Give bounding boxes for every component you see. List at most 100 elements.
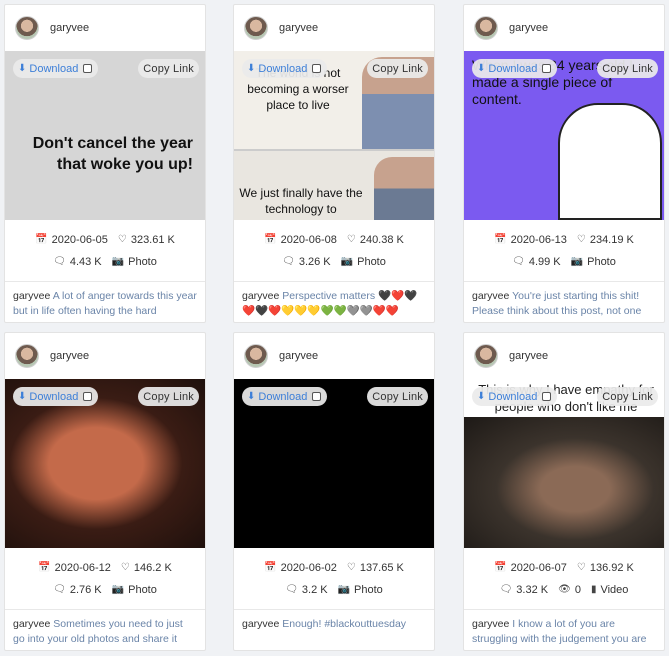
post-caption: garyvee I know a lot of you are struggli… (464, 610, 664, 650)
avatar[interactable] (244, 344, 268, 368)
camera-icon: 📷 (337, 584, 351, 595)
download-icon: ⬇ (18, 63, 27, 74)
calendar-icon: 📅 (494, 562, 507, 573)
avatar[interactable] (244, 16, 268, 40)
camera-icon: 📷 (111, 584, 125, 595)
comment-icon: 🗨 (512, 256, 525, 267)
comment-icon: 🗨 (285, 584, 298, 595)
download-button[interactable]: ⬇ Download (13, 387, 99, 406)
post-stats: 📅 2020-06-08 ♡ 240.38 K 🗨 3.26 K 📷 Photo (234, 220, 434, 282)
likes-count: 240.38 K (359, 233, 404, 246)
select-checkbox[interactable] (83, 392, 93, 401)
post-media[interactable]: ⬇ Download Copy Link (5, 379, 205, 548)
media-text-bottom: We just finally have the technology to (239, 186, 363, 216)
post-header: garyvee (234, 333, 434, 379)
caption-author: garyvee (13, 618, 51, 630)
avatar[interactable] (15, 16, 39, 40)
copy-link-button[interactable]: Copy Link (138, 387, 199, 406)
comments-stat: 🗨 3.2 K (285, 584, 327, 596)
download-button[interactable]: ⬇ Download (242, 59, 328, 78)
post-type: Photo (357, 255, 386, 268)
likes-stat: ♡ 137.65 K (347, 562, 404, 574)
post-stats: 📅 2020-06-02 ♡ 137.65 K 🗨 3.2 K 📷 Photo (234, 548, 434, 610)
post-date: 2020-06-07 (510, 561, 567, 574)
select-checkbox[interactable] (312, 64, 322, 73)
post-date: 2020-06-13 (510, 233, 567, 246)
copy-link-button[interactable]: Copy Link (597, 387, 658, 406)
copy-link-button[interactable]: Copy Link (138, 59, 199, 78)
caption-author: garyvee (472, 618, 510, 630)
download-icon: ⬇ (18, 391, 27, 402)
date-stat: 📅 2020-06-13 (494, 234, 567, 246)
comments-stat: 🗨 2.76 K (53, 584, 102, 596)
select-checkbox[interactable] (542, 392, 552, 401)
username[interactable]: garyvee (50, 350, 89, 362)
post-media[interactable]: Don't cancel the year that woke you up! … (5, 51, 205, 220)
views-stat: 👁 0 (558, 584, 581, 596)
post-caption: garyvee Perspective matters 🖤❤️🖤❤️🖤❤️💛💛💛… (234, 282, 434, 322)
post-card: garyvee ⬇ Download Copy Link 📅 2020-06-12… (4, 332, 206, 651)
post-type: Photo (128, 583, 157, 596)
download-button[interactable]: ⬇ Download (242, 387, 328, 406)
camera-icon: 📷 (340, 256, 354, 267)
heart-icon: ♡ (346, 562, 356, 573)
download-label: Download (29, 62, 79, 75)
comments-stat: 🗨 4.43 K (53, 256, 102, 268)
select-checkbox[interactable] (312, 392, 322, 401)
meme-figure (558, 103, 662, 220)
comments-stat: 🗨 4.99 K (512, 256, 561, 268)
post-stats: 📅 2020-06-07 ♡ 136.92 K 🗨 3.32 K 👁 0 ▮ Video (464, 548, 664, 610)
post-caption: garyvee A lot of anger towards this year… (5, 282, 205, 322)
username[interactable]: garyvee (279, 22, 318, 34)
video-still (464, 417, 664, 548)
post-stats: 📅 2020-06-05 ♡ 323.61 K 🗨 4.43 K 📷 Photo (5, 220, 205, 282)
post-media[interactable]: The world is not becoming a worser place… (234, 51, 434, 220)
post-media[interactable]: ⬇ Download Copy Link (234, 379, 434, 548)
username[interactable]: garyvee (50, 22, 89, 34)
download-button[interactable]: ⬇ Download (13, 59, 99, 78)
post-type: Photo (587, 255, 616, 268)
comment-icon: 🗨 (282, 256, 295, 267)
likes-count: 136.92 K (589, 561, 634, 574)
post-type: Photo (128, 255, 157, 268)
calendar-icon: 📅 (38, 562, 51, 573)
caption-author: garyvee (472, 290, 510, 302)
caption-author: garyvee (242, 618, 280, 630)
comments-count: 2.76 K (69, 583, 102, 596)
select-checkbox[interactable] (83, 64, 93, 73)
username[interactable]: garyvee (279, 350, 318, 362)
download-button[interactable]: ⬇ Download (472, 59, 558, 78)
post-caption: garyvee Sometimes you need to just go in… (5, 610, 205, 650)
post-date: 2020-06-12 (54, 561, 111, 574)
post-card: garyvee Don't cancel the year that woke … (4, 4, 206, 323)
download-label: Download (258, 390, 308, 403)
comments-count: 3.32 K (516, 583, 549, 596)
post-card: garyvee ⬇ Download Copy Link 📅 2020-06-02… (233, 332, 435, 651)
avatar[interactable] (474, 16, 498, 40)
comments-stat: 🗨 3.32 K (500, 584, 549, 596)
download-label: Download (258, 62, 308, 75)
post-card: garyvee This is why I have empathy for p… (463, 332, 665, 651)
download-icon: ⬇ (477, 391, 486, 402)
likes-stat: ♡ 234.19 K (577, 234, 634, 246)
calendar-icon: 📅 (264, 234, 277, 245)
post-date: 2020-06-08 (280, 233, 337, 246)
copy-link-button[interactable]: Copy Link (367, 387, 428, 406)
avatar[interactable] (474, 344, 498, 368)
post-media[interactable]: This is why I have empathy for people wh… (464, 379, 664, 548)
avatar[interactable] (15, 344, 39, 368)
post-card: garyvee The world is not becoming a wors… (233, 4, 435, 323)
download-button[interactable]: ⬇ Download (472, 387, 558, 406)
username[interactable]: garyvee (509, 22, 548, 34)
likes-stat: ♡ 136.92 K (577, 562, 634, 574)
post-media[interactable]: When I was 34 years old I made a single … (464, 51, 664, 220)
copy-link-button[interactable]: Copy Link (367, 59, 428, 78)
username[interactable]: garyvee (509, 350, 548, 362)
download-icon: ⬇ (477, 63, 486, 74)
likes-stat: ♡ 240.38 K (347, 234, 404, 246)
type-stat: 📷 Photo (112, 256, 157, 268)
copy-link-button[interactable]: Copy Link (597, 59, 658, 78)
type-stat: 📷 Photo (338, 584, 383, 596)
likes-count: 146.2 K (133, 561, 172, 574)
select-checkbox[interactable] (542, 64, 552, 73)
